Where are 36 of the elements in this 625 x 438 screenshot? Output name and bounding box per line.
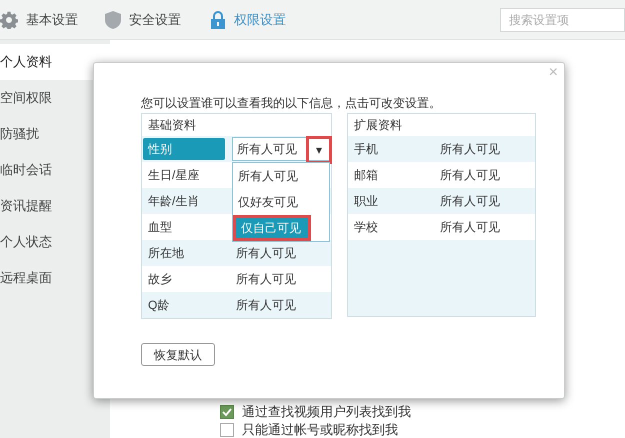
visibility-value: 所有人可见 [235, 245, 296, 262]
settings-tab[interactable]: 基本设置 [0, 0, 105, 40]
row-label: 手机 [354, 141, 379, 158]
checkmark-icon [222, 407, 232, 417]
row-label: 生日/星座 [147, 167, 200, 184]
visibility-value: 所有人可见 [235, 297, 296, 314]
row-label: 职业 [354, 193, 379, 210]
lock-icon [210, 10, 226, 28]
visibility-value: 所有人可见 [440, 219, 500, 236]
row-label: 年龄/生肖 [147, 193, 200, 210]
option-label: 通过查找视频用户列表找到我 [242, 403, 411, 422]
checkbox[interactable] [220, 423, 234, 437]
row-label: 学校 [354, 219, 379, 236]
row-label: 性别 [143, 138, 225, 160]
dropdown-option[interactable]: 所有人可见 [233, 163, 329, 189]
checkbox[interactable] [220, 405, 234, 419]
row-label: Q龄 [147, 297, 170, 314]
row-label: 所在地 [147, 245, 185, 262]
shield-icon [105, 10, 121, 28]
row-label: 邮箱 [354, 167, 379, 184]
search-field[interactable]: 搜索设置项 [500, 8, 625, 32]
table-title: 扩展资料 [348, 114, 535, 136]
table-title: 基础资料 [147, 117, 197, 134]
settings-tab[interactable]: 安全设置 [105, 0, 210, 40]
reset-button[interactable]: 恢复默认 [141, 343, 215, 366]
visibility-value: 所有人可见 [440, 193, 500, 210]
intro-text: 您可以设置谁可以查看我的以下信息，点击可改变设置。 [141, 95, 442, 112]
visibility-value: 所有人可见 [440, 167, 500, 184]
sidebar-item[interactable]: 个人资料 [0, 44, 110, 80]
option-label: 只能通过帐号或昵称找到我 [242, 421, 398, 438]
row-label: 故乡 [147, 271, 173, 288]
visibility-value: 所有人可见 [235, 271, 296, 288]
row-label: 血型 [147, 219, 173, 236]
settings-icon [0, 10, 18, 28]
dropdown-option[interactable]: 仅好友可见 [233, 189, 329, 215]
visibility-value: 所有人可见 [440, 141, 500, 158]
